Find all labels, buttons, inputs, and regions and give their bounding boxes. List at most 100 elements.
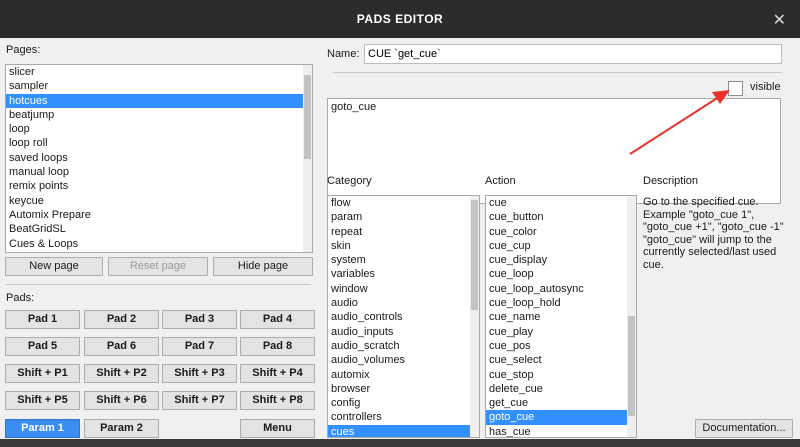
action-list-item[interactable]: cue_loop_autosync [486,282,636,296]
page-list-item[interactable]: saved loops [6,151,312,165]
action-list-item[interactable]: cue_loop [486,267,636,281]
pad-button[interactable]: Pad 1 [5,310,80,329]
category-list-item[interactable]: audio_volumes [328,353,479,367]
category-list-item[interactable]: param [328,210,479,224]
description-label: Description [643,175,699,187]
menu-button[interactable]: Menu [240,419,315,438]
action-list-item[interactable]: cue_play [486,325,636,339]
pad-button[interactable]: Pad 5 [5,337,80,356]
page-list-item[interactable]: Cues & Loops [6,237,312,251]
category-list-item[interactable]: audio_scratch [328,339,479,353]
action-list-item[interactable]: cue_loop_hold [486,296,636,310]
pad-button[interactable]: Pad 7 [162,337,237,356]
pad-button[interactable]: Pad 4 [240,310,315,329]
pad-button[interactable]: Shift + P6 [84,391,159,410]
description-text: Go to the specified cue. Example "goto_cu… [643,196,793,271]
page-list-item[interactable]: Automix Prepare [6,208,312,222]
documentation-button[interactable]: Documentation... [695,419,793,438]
divider [5,284,311,285]
category-list-item[interactable]: browser [328,382,479,396]
description-line: "goto_cue" will jump to the [643,233,772,246]
description-line: "goto_cue +1", "goto_cue -1" [643,221,784,233]
pages-list[interactable]: slicer sampler hotcues beatjump loop loop rol… [5,64,313,253]
action-list-item[interactable]: get_cue [486,396,636,410]
action-list[interactable]: cue cue_button cue_color cue_cup cue_display… [485,195,637,438]
action-list-item[interactable]: goto_cue [486,410,636,425]
action-label: Action [485,175,516,187]
category-list-item[interactable]: flow [328,196,479,210]
page-list-item[interactable]: manual loop [6,165,312,179]
pad-button[interactable]: Pad 2 [84,310,159,329]
action-list-item[interactable]: cue_button [486,210,636,224]
arrow-line [629,94,723,155]
page-list-item[interactable]: remix points [6,179,312,193]
pad-button[interactable]: Shift + P1 [5,364,80,383]
pad-button[interactable]: Shift + P4 [240,364,315,383]
page-list-item[interactable]: beatjump [6,108,312,122]
category-list-item[interactable]: audio_controls [328,310,479,324]
category-list-item[interactable]: automix [328,368,479,382]
window-title: PADS EDITOR [356,12,444,26]
category-list-item[interactable]: controllers [328,410,479,424]
pads-label: Pads: [6,292,35,304]
action-list-item[interactable]: cue_color [486,225,636,239]
pad-button[interactable]: Shift + P7 [162,391,237,410]
category-list-item[interactable]: audio [328,296,479,310]
category-list-item[interactable]: variables [328,267,479,281]
category-label: Category [327,175,372,187]
close-icon[interactable]: ✕ [773,10,786,30]
action-list-item[interactable]: cue_cup [486,239,636,253]
category-scroll-thumb[interactable] [471,200,478,310]
action-list-item[interactable]: has_cue [486,425,636,437]
category-list-item[interactable]: config [328,396,479,410]
category-list-item[interactable]: system [328,253,479,267]
pad-button[interactable]: Pad 3 [162,310,237,329]
action-list-item[interactable]: cue_stop [486,368,636,382]
category-list-item[interactable]: repeat [328,225,479,239]
description-line: Go to the specified cue. [643,196,759,208]
pad-button[interactable]: Shift + P2 [84,364,159,383]
page-list-item[interactable]: loop [6,122,312,136]
pages-label: Pages: [6,44,41,56]
name-divider [333,72,782,73]
name-input[interactable] [364,44,782,64]
pad-button[interactable]: Pad 6 [84,337,159,356]
visible-label: visible [750,81,781,93]
hide-page-button[interactable]: Hide page [213,257,313,276]
title-bar: PADS EDITOR ✕ [0,0,800,38]
action-scroll-thumb[interactable] [628,316,635,416]
category-list-item[interactable]: skin [328,239,479,253]
description-line: Example "goto_cue 1", [643,208,755,221]
page-list-item[interactable]: keycue [6,194,312,208]
action-list-item[interactable]: cue [486,196,636,210]
page-list-item[interactable]: loop roll [6,136,312,150]
page-list-item[interactable]: slicer [6,65,312,79]
reset-page-button[interactable]: Reset page [108,257,208,276]
category-list[interactable]: flow param repeat skin system variables window… [327,195,480,438]
category-list-item[interactable]: window [328,282,479,296]
action-list-item[interactable]: cue_display [486,253,636,267]
category-list-item[interactable]: audio_inputs [328,325,479,339]
description-line: currently selected/last used [643,246,777,258]
action-list-item[interactable]: cue_pos [486,339,636,353]
page-list-item[interactable]: sampler [6,79,312,93]
param-2-button[interactable]: Param 2 [84,419,159,438]
pages-scroll-thumb[interactable] [304,75,311,159]
new-page-button[interactable]: New page [5,257,103,276]
action-list-item[interactable]: delete_cue [486,382,636,396]
description-line: cue. [643,258,664,271]
page-list-item[interactable]: BeatGridSL [6,222,312,236]
param-1-button[interactable]: Param 1 [5,419,80,438]
category-scrollbar[interactable] [470,196,479,437]
pad-button[interactable]: Shift + P5 [5,391,80,410]
page-list-item[interactable]: hotcues [6,93,312,108]
pad-button[interactable]: Pad 8 [240,337,315,356]
category-list-item[interactable]: cues [328,424,479,437]
action-list-item[interactable]: cue_name [486,310,636,324]
action-scrollbar[interactable] [627,196,636,437]
name-label: Name: [327,48,360,60]
pages-scrollbar[interactable] [303,65,312,252]
pad-button[interactable]: Shift + P3 [162,364,237,383]
pad-button[interactable]: Shift + P8 [240,391,315,410]
action-list-item[interactable]: cue_select [486,353,636,367]
